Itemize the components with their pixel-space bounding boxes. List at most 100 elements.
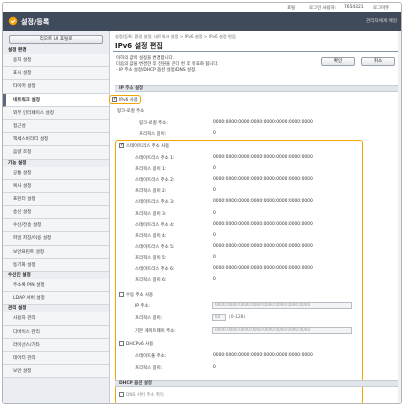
main-content: 설정/등록: 환경 설정: 네트워크 설정 > IPv6 설정 > IPv6 설… bbox=[109, 31, 401, 403]
sidebar-item[interactable]: 외부 인터페이스 설정 bbox=[3, 106, 109, 120]
browser-frame: 포털 로그인 사용자: 7654321 로그아웃 설정/등록 관리자에게 메일 … bbox=[2, 2, 402, 404]
stateless-row-value: 0 bbox=[213, 188, 216, 194]
stateless-row-value: 0000:0000:0000:0000:0000:0000:0000:0000 bbox=[213, 177, 313, 183]
settings-logo-icon bbox=[8, 16, 18, 26]
stateless-row-label: 프리픽스 길이 3: bbox=[135, 211, 167, 217]
sidebar-item[interactable]: 프린터 설정 bbox=[3, 192, 109, 207]
stateless-row-label: 프리픽스 길이 4: bbox=[135, 233, 167, 239]
link-local-address-value: 0000:0000:0000:0000:0000:0000:0000:0000 bbox=[213, 120, 313, 125]
stateless-row-value: 0 bbox=[213, 210, 216, 216]
stateless-row-label: 스테이트리스 주소 3: bbox=[135, 200, 175, 206]
sidebar-item[interactable]: 디바이스 관리 bbox=[3, 325, 109, 339]
link-local-prefix-label: 프리픽스 길이: bbox=[139, 132, 167, 137]
stateless-row-label: 프리픽스 길이 1: bbox=[135, 167, 167, 173]
portal-link[interactable]: 포털 bbox=[287, 5, 295, 11]
sidebar-group-heading: 기능 설정 bbox=[8, 160, 27, 166]
stateless-row-label: 스테이트리스 주소 5: bbox=[135, 244, 175, 250]
sidebar-item[interactable]: 네트워크 설정 bbox=[3, 93, 109, 107]
dhcpv6-checkbox[interactable] bbox=[119, 341, 124, 346]
manual-ip-label: IP 주소: bbox=[135, 304, 150, 309]
page-title: IPv6 설정 편집 bbox=[115, 42, 163, 50]
manual-address-label: 수동 주소 사용 bbox=[126, 293, 154, 298]
dns-option-label: DNS 서버 주소 취득 bbox=[126, 393, 164, 398]
sidebar-item[interactable]: 복사 설정 bbox=[3, 179, 109, 193]
stateless-row-label: 스테이트리스 주소 4: bbox=[135, 222, 175, 228]
top-strip: 포털 로그인 사용자: 7654321 로그아웃 bbox=[3, 3, 401, 12]
logout-link[interactable]: 로그아웃 bbox=[373, 5, 389, 11]
dhcpv6-prefix-label: 프리픽스 길이: bbox=[135, 366, 163, 371]
stateless-row-label: 스테이트리스 주소 6: bbox=[135, 267, 175, 272]
sidebar-item[interactable]: 송신 설정 bbox=[3, 206, 109, 220]
notes-text: 이하의 값이 설정을 변경합니다. 다음의 값을 변경한 후 전원을 끈다 켠 … bbox=[116, 56, 219, 73]
ok-button[interactable]: 확인 bbox=[321, 57, 355, 66]
dhcpv6-label: DHCPv6 사용 bbox=[126, 342, 154, 347]
sidebar-group-heading: 관리 설정 bbox=[8, 306, 27, 312]
sidebar-item[interactable]: 파일 저장/이용 설정 bbox=[3, 232, 109, 246]
stateless-row-value: 0 bbox=[213, 254, 216, 260]
sidebar-item[interactable]: 표시 설정 bbox=[3, 67, 109, 81]
sidebar-item[interactable]: 접근성 bbox=[3, 119, 109, 134]
dhcp-option-section-header: DHCP 옵션 설정 bbox=[115, 380, 401, 387]
stateless-row-value: 0000:0000:0000:0000:0000:0000:0000:0000 bbox=[213, 266, 313, 271]
portal-button[interactable]: 리모트 UI 포털로 bbox=[9, 35, 103, 44]
use-ipv6-checkbox[interactable] bbox=[112, 96, 117, 102]
stateless-checkbox[interactable] bbox=[119, 142, 124, 148]
sidebar-item[interactable]: 보안 설정 bbox=[3, 365, 109, 379]
stateless-label: 스테이트리스 주소 사용 bbox=[126, 144, 170, 149]
stateless-row-label: 프리픽스 길이 6: bbox=[135, 278, 167, 284]
sidebar-item[interactable]: 라이선스/기타 bbox=[3, 338, 109, 352]
manual-prefix-input[interactable]: 64 bbox=[212, 314, 226, 321]
login-user-label: 로그인 사용자: bbox=[309, 6, 337, 11]
link-local-address-label: 링크-로컬 주소: bbox=[139, 121, 168, 126]
manual-gateway-input[interactable]: 0000:0000:0000:0000:0000:0000:0000:0000 bbox=[212, 327, 352, 334]
cancel-button[interactable]: 취소 bbox=[361, 57, 395, 66]
sidebar-group-heading: 수신인 설정 bbox=[8, 273, 31, 278]
sidebar-item[interactable]: 보안프린트 설정 bbox=[3, 245, 109, 259]
note-line: 다음의 값을 변경한 후 전원을 끈다 켠 후 유효화 됩니다. bbox=[116, 61, 219, 67]
sidebar-group-heading: 설정 환경 bbox=[8, 48, 27, 53]
sidebar: 리모트 UI 포털로 설정 환경 용지 설정 표시 설정 타이머 설정 네트워크 설정 외… bbox=[3, 31, 110, 403]
title-divider bbox=[113, 51, 401, 52]
dhcpv6-prefix-value: 0 bbox=[213, 365, 216, 370]
stateless-row-value: 0000:0000:0000:0000:0000:0000:0000:0000 bbox=[213, 221, 313, 227]
stateless-row-value: 0 bbox=[213, 166, 216, 172]
stateless-row-value: 0000:0000:0000:0000:0000:0000:0000:0000 bbox=[213, 199, 313, 205]
sidebar-item[interactable]: 음량 조정 bbox=[3, 146, 109, 160]
login-user-value: 7654321 bbox=[344, 5, 364, 10]
manual-ip-input[interactable]: 0000:0000:0000:0000:0000:0000:0000:0000 bbox=[212, 302, 352, 309]
manual-gateway-label: 기본 게이트웨이 주소: bbox=[135, 329, 176, 334]
scrollbar[interactable] bbox=[398, 31, 401, 403]
stateless-row-value: 0 bbox=[213, 277, 216, 283]
stateless-row-label: 스테이트리스 주소 2: bbox=[135, 178, 175, 184]
stateless-row-value: 0000:0000:0000:0000:0000:0000:0000:0000 bbox=[213, 243, 313, 249]
header-title: 설정/등록 bbox=[21, 18, 50, 26]
note-line: - IP 주소 설정/DHCP 옵션 설정/DNS 설정. bbox=[116, 67, 197, 73]
manual-prefix-range: (0-128) bbox=[229, 315, 246, 320]
link-local-heading: 링크-로컬 주소 bbox=[117, 109, 145, 114]
sidebar-item[interactable]: LDAP 서버 설정 bbox=[3, 292, 109, 306]
stateless-row-value: 0 bbox=[213, 232, 216, 238]
sidebar-item[interactable]: 수신/전송 설정 bbox=[3, 219, 109, 233]
sidebar-item[interactable]: 데이터 관리 bbox=[3, 351, 109, 366]
link-local-prefix-value: 0 bbox=[213, 131, 216, 136]
mail-manager-link[interactable]: 관리자에게 메일 bbox=[366, 18, 397, 24]
dhcpv6-stateful-label: 스테이트풀 주소: bbox=[135, 354, 167, 359]
use-ipv6-label: IPv6 사용 bbox=[119, 98, 138, 103]
manual-prefix-label: 프리픽스 길이: bbox=[135, 316, 163, 321]
sidebar-item[interactable]: 동기화 설정 bbox=[3, 258, 109, 272]
stateless-row-label: 프리픽스 길이 2: bbox=[135, 189, 167, 195]
sidebar-menu: 설정 환경 용지 설정 표시 설정 타이머 설정 네트워크 설정 외부 인터페이스 설정 접… bbox=[3, 47, 109, 379]
sidebar-item[interactable]: 타이머 설정 bbox=[3, 80, 109, 94]
ip-address-section-header: IP 주소 설정 bbox=[115, 85, 401, 92]
sidebar-item[interactable]: 공통 설정 bbox=[3, 166, 109, 180]
dhcpv6-stateful-value: 0000:0000:0000:0000:0000:0000:0000:0000 bbox=[213, 353, 313, 358]
dns-option-checkbox[interactable] bbox=[119, 392, 124, 397]
stateless-row-label: 프리픽스 길이 5: bbox=[135, 255, 167, 261]
sidebar-item[interactable]: 용지 설정 bbox=[3, 54, 109, 68]
sidebar-item[interactable]: 주소록 PIN 설정 bbox=[3, 279, 109, 293]
sidebar-item[interactable]: 액세스비리티 설정 bbox=[3, 133, 109, 147]
stateless-row-value: 0000:0000:0000:0000:0000:0000:0000:0000 bbox=[213, 155, 313, 160]
manual-address-checkbox[interactable] bbox=[119, 292, 124, 297]
stateless-row-label: 스테이트리스 주소 1: bbox=[135, 156, 175, 161]
sidebar-item[interactable]: 사용자 관리 bbox=[3, 312, 109, 326]
